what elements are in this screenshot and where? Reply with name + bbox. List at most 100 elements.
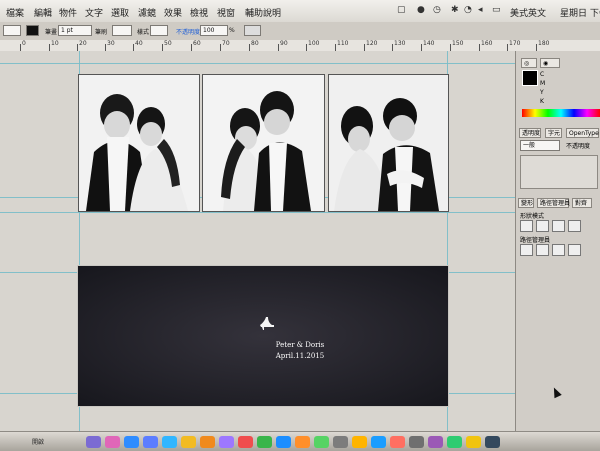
battery-icon[interactable]: ▭ [492, 5, 501, 15]
right-panels: ◎ ◉ C M Y K 透明度 字元 OpenType 一般 不透明度 變形 路… [515, 51, 600, 431]
shape-mode-button[interactable] [568, 220, 581, 232]
ruler-tick: 70 [220, 40, 230, 51]
menu-item-object[interactable]: 物件 [59, 6, 77, 19]
ruler-tick: 20 [77, 40, 87, 51]
dock-app-icon[interactable] [428, 436, 443, 448]
artboard-canvas[interactable] [0, 51, 515, 431]
pathfinder-button[interactable] [536, 244, 549, 256]
transparency-preview[interactable] [520, 155, 598, 189]
wifi-icon[interactable]: ◔ [464, 5, 472, 15]
character-tab[interactable]: 字元 [545, 128, 562, 138]
clock-text[interactable]: 星期日 下午 [560, 6, 600, 19]
color-panel-tab[interactable]: ◎ [521, 58, 537, 68]
dock-app-icon[interactable] [181, 436, 196, 448]
dock-app-icon[interactable] [371, 436, 386, 448]
shape-mode-button[interactable] [536, 220, 549, 232]
fill-stroke-widget[interactable] [522, 70, 538, 86]
swatches-tab[interactable]: ◉ [540, 58, 560, 68]
open-label[interactable]: 開啟 [32, 437, 44, 446]
menu-item-select[interactable]: 選取 [111, 6, 129, 19]
shape-mode-button[interactable] [552, 220, 565, 232]
dock-app-icon[interactable] [276, 436, 291, 448]
dock-app-icon[interactable] [447, 436, 462, 448]
stroke-width-field[interactable]: 1 pt [58, 25, 92, 36]
dock-app-icon[interactable] [352, 436, 367, 448]
cmyk-label: C [540, 71, 545, 78]
photo-illustration [329, 75, 448, 211]
ruler-tick: 110 [334, 40, 349, 51]
invitation-card[interactable] [78, 266, 448, 406]
blend-mode-dropdown[interactable]: 一般 [520, 140, 560, 151]
dock-app-icon[interactable] [162, 436, 177, 448]
photo-panel-right[interactable] [328, 74, 449, 212]
dock-app-icon[interactable] [485, 436, 500, 448]
bluetooth-icon[interactable]: ✱ [451, 5, 459, 15]
pathfinder-button[interactable] [552, 244, 565, 256]
menu-item-view[interactable]: 檢視 [190, 6, 208, 19]
dock-app-icon[interactable] [219, 436, 234, 448]
menu-item-type[interactable]: 文字 [85, 6, 103, 19]
dock-app-icon[interactable] [295, 436, 310, 448]
pathfinders-label: 路徑管理員 [520, 237, 551, 244]
ruler-tick: 120 [363, 40, 378, 51]
graphic-style-button[interactable] [244, 25, 261, 36]
menu-item-file[interactable]: 檔案 [6, 6, 24, 19]
circle-icon[interactable]: ● [417, 5, 425, 15]
ruler-tick: 80 [249, 40, 259, 51]
menu-item-edit[interactable]: 編輯 [34, 6, 52, 19]
align-tab[interactable]: 對齊 [572, 198, 592, 208]
transparency-tab[interactable]: 透明度 [519, 128, 541, 138]
fill-swatch[interactable] [3, 25, 21, 36]
opacity-panel-label: 不透明度 [566, 143, 591, 150]
dock-app-icon[interactable] [390, 436, 405, 448]
dock-app-icon[interactable] [257, 436, 272, 448]
style-dropdown[interactable] [150, 25, 168, 36]
photo-illustration [79, 75, 199, 211]
stroke-swatch[interactable] [26, 25, 39, 36]
guide-line [0, 212, 515, 213]
dock-app-icon[interactable] [105, 436, 120, 448]
dock-app-icon[interactable] [124, 436, 139, 448]
opentype-tab[interactable]: OpenType [566, 128, 599, 138]
dock-app-icon[interactable] [314, 436, 329, 448]
transform-tab[interactable]: 變形 [518, 198, 534, 208]
color-spectrum[interactable] [522, 109, 600, 117]
photo-illustration [203, 75, 324, 211]
cmyk-label: K [540, 98, 544, 105]
ruler-tick: 40 [133, 40, 143, 51]
volume-icon[interactable]: ◂ [478, 5, 483, 15]
ruler-tick: 10 [49, 40, 59, 51]
menu-item-effect[interactable]: 效果 [164, 6, 182, 19]
ruler-tick: 180 [535, 40, 550, 51]
dock-app-icon[interactable] [143, 436, 158, 448]
dock-app-icon[interactable] [238, 436, 253, 448]
dock-app-icon[interactable] [86, 436, 101, 448]
stroke-label: 筆畫 [45, 29, 58, 36]
ruler-tick: 130 [391, 40, 406, 51]
photo-panel-middle[interactable] [202, 74, 325, 212]
photo-panel-left[interactable] [78, 74, 200, 212]
time-machine-icon[interactable]: ◷ [433, 5, 441, 15]
dock-app-icon[interactable] [333, 436, 348, 448]
dock-app-icon[interactable] [466, 436, 481, 448]
card-title-text: Peter & Doris [275, 341, 325, 349]
cloud-icon[interactable]: ▢ [397, 5, 406, 15]
menu-item-filter[interactable]: 濾鏡 [138, 6, 156, 19]
shape-mode-button[interactable] [520, 220, 533, 232]
ruler-tick: 150 [449, 40, 464, 51]
opacity-percent: % [229, 27, 235, 34]
opacity-field[interactable]: 100 [200, 25, 228, 36]
menu-item-window[interactable]: 視窗 [217, 6, 235, 19]
ruler-tick: 60 [191, 40, 201, 51]
ruler-tick: 160 [478, 40, 493, 51]
pathfinder-button[interactable] [520, 244, 533, 256]
ruler-tick: 50 [162, 40, 172, 51]
pathfinder-button[interactable] [568, 244, 581, 256]
menu-item-help[interactable]: 輔助說明 [245, 6, 281, 19]
menu-bar: 檔案 編輯 物件 文字 選取 濾鏡 效果 檢視 視窗 輔助說明 ▢ ● ◷ ✱ … [0, 0, 600, 23]
dock-app-icon[interactable] [409, 436, 424, 448]
brush-dropdown[interactable] [112, 25, 132, 36]
pathfinder-tab[interactable]: 路徑管理員 [537, 198, 570, 208]
dock-app-icon[interactable] [200, 436, 215, 448]
input-source-label[interactable]: 美式英文 [510, 6, 546, 19]
